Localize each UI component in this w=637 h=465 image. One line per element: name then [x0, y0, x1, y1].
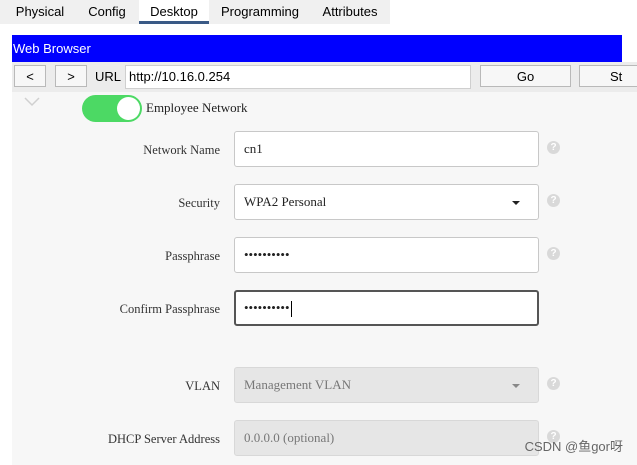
url-label: URL: [95, 69, 122, 84]
vlan-label: VLAN: [185, 379, 220, 393]
passphrase-help-icon[interactable]: ?: [547, 247, 560, 260]
text-cursor: [290, 301, 292, 318]
tab-config[interactable]: Config: [80, 0, 134, 22]
network-name-label: Network Name: [143, 143, 220, 157]
tab-physical[interactable]: Physical: [6, 0, 74, 22]
browser-title-bar: Web Browser: [12, 35, 622, 62]
forward-button[interactable]: >: [55, 65, 87, 87]
tab-bar: Physical Config Desktop Programming Attr…: [0, 0, 637, 24]
security-value: WPA2 Personal: [244, 194, 327, 209]
network-name-input[interactable]: cn1: [234, 131, 539, 167]
stop-button[interactable]: St: [579, 65, 637, 87]
vlan-help-icon[interactable]: ?: [547, 377, 560, 390]
passphrase-input[interactable]: ••••••••••: [234, 237, 539, 273]
tab-desktop[interactable]: Desktop: [139, 0, 209, 24]
security-help-icon[interactable]: ?: [547, 194, 560, 207]
security-select[interactable]: WPA2 Personal: [234, 184, 539, 220]
watermark: CSDN @鱼gor呀: [524, 439, 623, 454]
url-input[interactable]: http://10.16.0.254: [125, 65, 471, 89]
dhcp-server-label: DHCP Server Address: [107, 432, 220, 446]
chevron-down-icon[interactable]: [24, 97, 40, 107]
back-button[interactable]: <: [14, 65, 46, 87]
security-label: Security: [178, 196, 220, 210]
passphrase-label: Passphrase: [165, 249, 220, 263]
confirm-passphrase-value: ••••••••••: [244, 300, 290, 315]
tab-programming[interactable]: Programming: [214, 0, 306, 22]
employee-network-label: Employee Network: [146, 100, 248, 115]
go-button[interactable]: Go: [480, 65, 571, 87]
network-name-help-icon[interactable]: ?: [547, 141, 560, 154]
confirm-passphrase-input[interactable]: ••••••••••: [234, 290, 539, 326]
toggle-knob: [117, 97, 140, 120]
tab-attributes[interactable]: Attributes: [312, 0, 388, 22]
dhcp-server-input[interactable]: 0.0.0.0 (optional): [234, 420, 539, 456]
vlan-select[interactable]: Management VLAN: [234, 367, 539, 403]
tab-bar-filler: [390, 0, 637, 24]
dropdown-arrow-icon: [512, 384, 520, 388]
employee-network-toggle[interactable]: [82, 95, 142, 122]
vlan-value: Management VLAN: [244, 377, 351, 392]
dropdown-arrow-icon: [512, 201, 520, 205]
confirm-passphrase-label: Confirm Passphrase: [119, 302, 220, 316]
browser-nav-bar: < > URL http://10.16.0.254 Go St: [12, 62, 637, 92]
